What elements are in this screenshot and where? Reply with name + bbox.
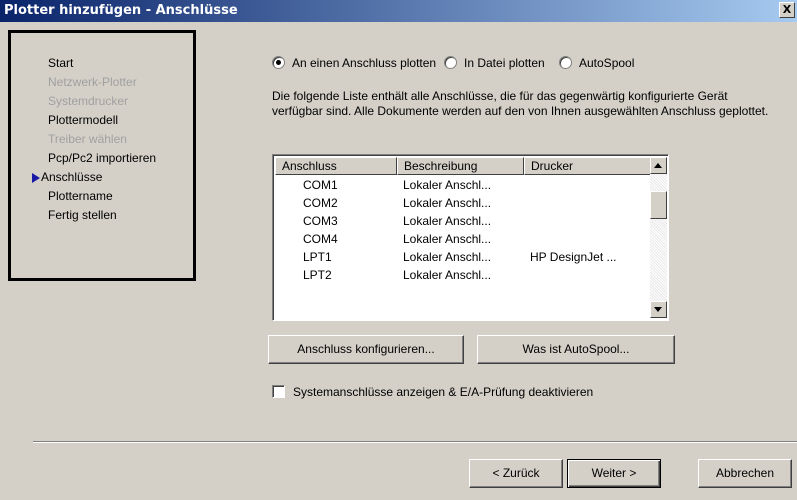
- show-system-ports-label: Systemanschlüsse anzeigen & E/A-Prüfung …: [293, 385, 594, 399]
- port-name: COM3: [303, 214, 338, 228]
- list-item[interactable]: LPT2 Lokaler Anschl...: [275, 266, 651, 284]
- list-item[interactable]: COM2 Lokaler Anschl...: [275, 194, 651, 212]
- port-description: Lokaler Anschl...: [403, 268, 492, 282]
- arrow-down-icon: [654, 307, 662, 312]
- step-ports-current: Anschlüsse: [11, 168, 193, 187]
- radio-unchecked-icon: [444, 56, 457, 69]
- step-select-driver: Treiber wählen: [48, 132, 127, 146]
- port-description-text: Die folgende Liste enthält alle Anschlüs…: [272, 89, 769, 118]
- port-description: Lokaler Anschl...: [403, 250, 492, 264]
- port-name: COM4: [303, 232, 338, 246]
- what-is-autospool-button[interactable]: Was ist AutoSpool...: [477, 335, 675, 364]
- list-item[interactable]: COM4 Lokaler Anschl...: [275, 230, 651, 248]
- column-header-printer[interactable]: Drucker: [524, 157, 651, 175]
- configure-port-button[interactable]: Anschluss konfigurieren...: [268, 335, 464, 364]
- step-network-plotter: Netzwerk-Plotter: [48, 75, 137, 89]
- window-title: Plotter hinzufügen - Anschlüsse: [4, 3, 238, 18]
- step-plotter-name: Plottername: [48, 189, 113, 203]
- port-name: LPT1: [303, 250, 332, 264]
- step-start: Start: [48, 56, 74, 70]
- step-system-printer: Systemdrucker: [48, 94, 129, 108]
- title-bar: Plotter hinzufügen - Anschlüsse X: [0, 0, 797, 22]
- radio-plot-to-port-label: An einen Anschluss plotten: [292, 56, 437, 70]
- scroll-up-button[interactable]: [650, 157, 667, 174]
- port-name: COM1: [303, 178, 338, 192]
- port-name: COM2: [303, 196, 338, 210]
- step-finish: Fertig stellen: [48, 208, 117, 222]
- cancel-button[interactable]: Abbrechen: [698, 459, 792, 488]
- list-item[interactable]: COM3 Lokaler Anschl...: [275, 212, 651, 230]
- radio-checked-icon: [272, 56, 285, 69]
- port-description: Lokaler Anschl...: [403, 196, 492, 210]
- column-header-port[interactable]: Anschluss: [275, 157, 397, 175]
- wizard-steps-panel: Start Netzwerk-Plotter Systemdrucker Plo…: [8, 30, 196, 281]
- radio-plot-to-port[interactable]: An einen Anschluss plotten: [272, 56, 436, 70]
- radio-autospool[interactable]: AutoSpool: [559, 56, 634, 70]
- close-icon: X: [782, 3, 792, 16]
- list-item[interactable]: LPT1 Lokaler Anschl... HP DesignJet ...: [275, 248, 651, 266]
- step-plotter-model: Plottermodell: [48, 113, 119, 127]
- radio-plot-to-file-label: In Datei plotten: [464, 56, 545, 70]
- port-description: Lokaler Anschl...: [403, 214, 492, 228]
- back-button[interactable]: < Zurück: [469, 459, 563, 488]
- scrollbar-thumb[interactable]: [650, 191, 667, 219]
- port-list-scrollbar[interactable]: [650, 157, 667, 318]
- radio-unchecked-icon: [559, 56, 572, 69]
- radio-plot-to-file[interactable]: In Datei plotten: [444, 56, 545, 70]
- next-button[interactable]: Weiter >: [567, 459, 661, 488]
- port-list-header: Anschluss Beschreibung Drucker: [275, 157, 651, 175]
- column-header-description[interactable]: Beschreibung: [397, 157, 524, 175]
- step-import-pcp: Pcp/Pc2 importieren: [48, 151, 157, 165]
- port-list-rows: COM1 Lokaler Anschl... COM2 Lokaler Ansc…: [275, 176, 651, 284]
- radio-autospool-label: AutoSpool: [579, 56, 635, 70]
- port-description: Lokaler Anschl...: [403, 232, 492, 246]
- show-system-ports-option[interactable]: Systemanschlüsse anzeigen & E/A-Prüfung …: [272, 385, 593, 399]
- scroll-down-button[interactable]: [650, 301, 667, 318]
- port-description: Lokaler Anschl...: [403, 178, 492, 192]
- port-printer: HP DesignJet ...: [530, 250, 617, 264]
- port-list[interactable]: Anschluss Beschreibung Drucker COM1 Loka…: [272, 154, 669, 321]
- close-button[interactable]: X: [779, 2, 795, 18]
- port-name: LPT2: [303, 268, 332, 282]
- list-item[interactable]: COM1 Lokaler Anschl...: [275, 176, 651, 194]
- divider: [33, 441, 797, 443]
- checkbox-unchecked-icon[interactable]: [272, 385, 285, 398]
- arrow-up-icon: [654, 163, 662, 168]
